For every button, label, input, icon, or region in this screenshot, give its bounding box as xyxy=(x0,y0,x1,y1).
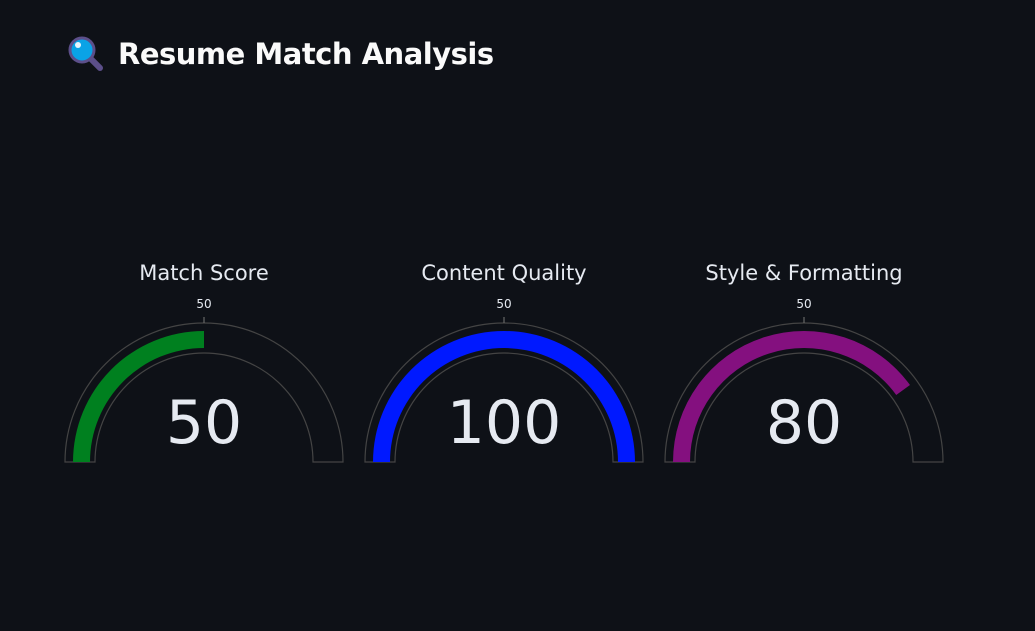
gauge-tick-label: 50 xyxy=(796,297,811,311)
gauge-title: Match Score xyxy=(139,261,269,285)
gauge-value: 100 xyxy=(447,388,562,458)
gauge-tick-label: 50 xyxy=(496,297,511,311)
gauge-tick-label: 50 xyxy=(196,297,211,311)
gauge-value: 50 xyxy=(166,388,242,458)
gauge-charts: 50 Match Score 50 50 Content Quality 100 50 Sty… xyxy=(64,261,944,463)
gauge-value: 80 xyxy=(766,388,842,458)
gauge-title: Style & Formatting xyxy=(705,261,902,285)
gauge-title: Content Quality xyxy=(421,261,586,285)
